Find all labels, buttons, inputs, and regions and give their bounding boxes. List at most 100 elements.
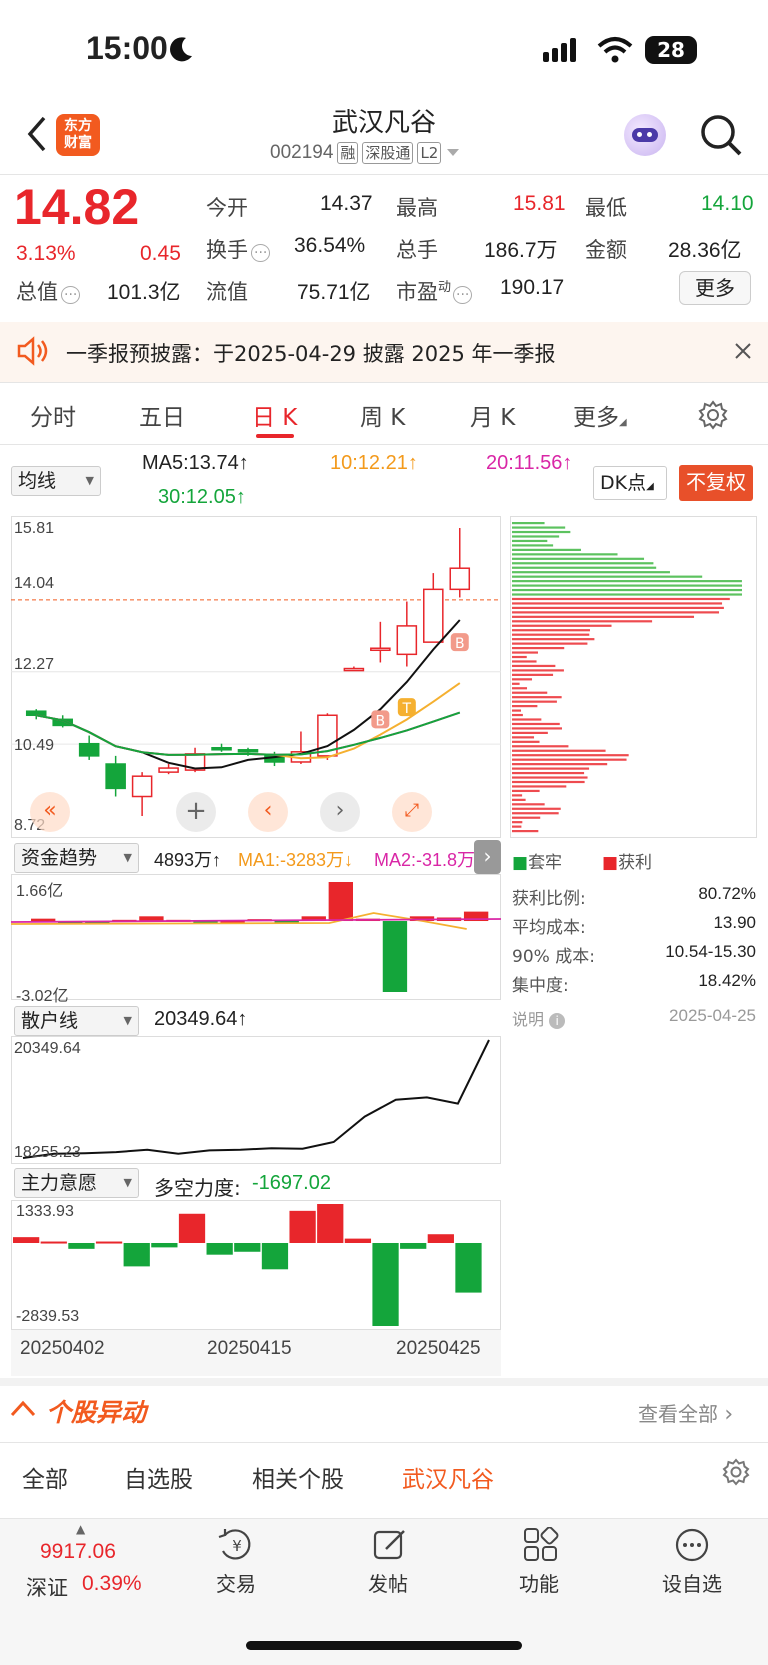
expand-right-icon[interactable]: ›	[474, 840, 501, 874]
dk-label: DK点	[600, 472, 647, 494]
plus-icon[interactable]: +	[176, 792, 216, 832]
movers-tab-related[interactable]: 相关个股	[252, 1460, 344, 1494]
volume-label: 总手	[396, 238, 438, 262]
tab-more[interactable]: 更多◢	[573, 398, 627, 432]
indicator-select-retail[interactable]: 散户线 ▼	[14, 1006, 139, 1036]
movers-tab-watchlist[interactable]: 自选股	[124, 1460, 193, 1494]
tab-intraday[interactable]: 分时	[30, 398, 76, 432]
chip-bar	[512, 664, 556, 668]
pe-sup: 动	[438, 280, 452, 295]
nav-functions[interactable]: 功能	[484, 1568, 594, 1597]
chip-bar	[512, 803, 545, 806]
right-chevron-icon[interactable]: ›	[320, 792, 360, 832]
indicator-select-fund[interactable]: 资金趋势 ▼	[14, 843, 139, 873]
intent-bar	[13, 1237, 40, 1243]
chip-bar	[512, 736, 535, 739]
functions-grid-icon[interactable]	[523, 1527, 559, 1563]
movers-tab-all[interactable]: 全部	[22, 1460, 68, 1494]
chip-bar	[512, 611, 720, 614]
current-price: 14.82	[14, 179, 140, 235]
chip-bar	[512, 758, 627, 761]
pe-label-text: 市盈	[396, 280, 438, 304]
explain-link[interactable]: 说明 i	[512, 1006, 566, 1030]
intent-bar	[372, 1242, 399, 1326]
tab-weekly-k[interactable]: 周 K	[360, 398, 405, 432]
intent-bar	[68, 1242, 95, 1249]
double-left-icon[interactable]: «	[30, 792, 70, 832]
kline-y-label-2: 14.04	[14, 575, 55, 592]
chip-bar	[512, 682, 520, 685]
pe-label[interactable]: 市盈动 ···	[396, 276, 473, 306]
mktcap-label[interactable]: 总值 ···	[16, 276, 81, 306]
index-pct[interactable]: 0.39%	[82, 1572, 142, 1596]
retail-chart	[22, 1039, 490, 1159]
intent-bar	[151, 1242, 178, 1248]
info-dots-icon: ···	[251, 244, 271, 262]
chip-bar	[512, 580, 742, 583]
legend-profit-swatch: ■	[602, 853, 619, 873]
candle-body	[343, 667, 365, 672]
chip-bar	[512, 673, 554, 676]
retail-value: 20349.64↑	[154, 1008, 248, 1030]
chip-bar	[512, 606, 724, 610]
nav-trade[interactable]: 交易	[181, 1568, 291, 1597]
chip-bar	[512, 754, 629, 757]
chip-bar	[512, 830, 539, 833]
post-edit-icon[interactable]	[372, 1527, 408, 1563]
indicator-select-ma[interactable]: 均线 ▼	[11, 466, 101, 496]
no-adjust-button[interactable]: 不复权	[679, 465, 753, 501]
left-chevron-icon[interactable]: ‹	[248, 792, 288, 832]
chip-bar	[512, 557, 645, 560]
kline-y-label-1: 15.81	[14, 520, 55, 537]
robot-assistant-icon[interactable]	[624, 114, 666, 156]
mktcap-value: 101.3亿	[107, 281, 181, 304]
intent-bar	[344, 1238, 372, 1243]
more-button[interactable]: 更多	[679, 271, 751, 305]
chip-bar	[512, 584, 742, 587]
info-icon: i	[549, 1013, 566, 1029]
wifi-icon	[597, 37, 633, 63]
avg-cost-value: 13.90	[713, 913, 756, 932]
close-icon[interactable]	[734, 342, 752, 360]
open-label: 今开	[206, 196, 248, 220]
candle-body	[211, 747, 232, 751]
movers-tab-stock[interactable]: 武汉凡谷	[402, 1460, 494, 1494]
notice-text[interactable]: 一季报预披露：于2025-04-29 披露 2025 年一季报	[66, 338, 556, 368]
turnover-label[interactable]: 换手 ···	[206, 234, 271, 264]
view-all-link[interactable]: 查看全部 ›	[638, 1398, 733, 1427]
chip-bar	[512, 544, 554, 547]
avg-cost-label: 平均成本:	[512, 918, 586, 938]
chip-bar	[512, 651, 538, 654]
stock-subline[interactable]: 002194 融 深股通 L2	[270, 142, 461, 164]
tab-five-day[interactable]: 五日	[139, 398, 185, 432]
info-dots-icon: ···	[453, 286, 473, 304]
date-label-3: 20250425	[396, 1338, 481, 1359]
movers-settings-gear-icon[interactable]	[722, 1458, 750, 1486]
chevron-right-icon: ›	[724, 1402, 734, 1427]
nav-post[interactable]: 发帖	[333, 1568, 443, 1597]
index-name[interactable]: 深证	[26, 1572, 68, 1602]
chip-bar	[512, 789, 540, 793]
trade-yen-icon[interactable]: ¥	[217, 1527, 257, 1563]
indicator-select-intent[interactable]: 主力意愿 ▼	[14, 1168, 139, 1198]
intent-chart	[13, 1204, 482, 1326]
moon-icon	[170, 37, 192, 62]
index-value[interactable]: 9917.06	[40, 1540, 116, 1564]
search-icon[interactable]	[700, 114, 744, 158]
settings-gear-icon[interactable]	[698, 400, 728, 430]
add-watchlist-icon[interactable]	[674, 1527, 710, 1563]
collapse-up-icon[interactable]	[10, 1398, 36, 1420]
nav-add-watchlist[interactable]: 设自选	[637, 1568, 747, 1597]
chip-bar	[512, 602, 723, 605]
chip-bar	[512, 763, 608, 766]
chip-bar	[512, 638, 595, 641]
chip-bar	[512, 646, 565, 650]
chip-bar	[512, 745, 569, 748]
expand-icon[interactable]: ⤢	[392, 792, 432, 832]
tab-monthly-k[interactable]: 月 K	[470, 398, 515, 432]
movers-title: 个股异动	[46, 1398, 147, 1427]
tab-active-indicator	[256, 434, 294, 438]
dk-point-button[interactable]: DK点◢	[593, 466, 667, 500]
intent-bar	[234, 1242, 261, 1252]
tab-daily-k[interactable]: 日 K	[252, 398, 297, 432]
